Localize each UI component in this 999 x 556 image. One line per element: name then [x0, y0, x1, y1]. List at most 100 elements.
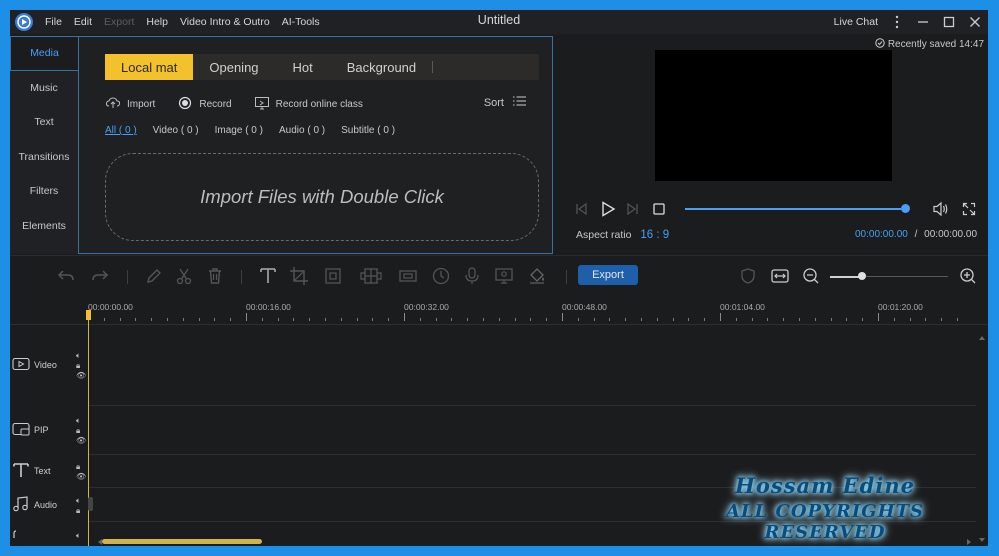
- next-frame-icon[interactable]: [626, 202, 640, 216]
- ruler-tick: [799, 318, 800, 321]
- speaker-icon[interactable]: 🔈︎: [76, 351, 86, 360]
- live-chat-link[interactable]: Live Chat: [834, 16, 878, 28]
- tab-opening[interactable]: Opening: [193, 54, 274, 80]
- close-icon[interactable]: [968, 15, 982, 29]
- eye-icon[interactable]: 👁︎: [76, 371, 86, 380]
- mosaic-icon[interactable]: [359, 266, 383, 286]
- zoom-slider-knob[interactable]: [858, 272, 866, 280]
- menu-edit[interactable]: Edit: [74, 16, 92, 28]
- resize-icon[interactable]: [323, 266, 343, 286]
- filter-all[interactable]: All ( 0 ): [105, 125, 137, 136]
- ruler-tick: [467, 318, 468, 321]
- video-track-area[interactable]: [88, 325, 976, 406]
- import-label: Import: [127, 98, 156, 110]
- ruler-label: 00:01:04.00: [720, 302, 765, 312]
- ruler-tick: [641, 318, 642, 321]
- lock-icon[interactable]: 🔒︎: [76, 426, 86, 435]
- trash-icon[interactable]: [205, 266, 225, 286]
- color-fill-icon[interactable]: [527, 266, 547, 286]
- speaker-icon[interactable]: 🔈︎: [76, 531, 81, 540]
- lock-icon[interactable]: 🔒︎: [76, 506, 81, 515]
- menu-help[interactable]: Help: [146, 16, 168, 28]
- track-name: Video: [34, 360, 57, 370]
- record-button[interactable]: Record: [177, 96, 232, 113]
- fullscreen-icon[interactable]: [962, 202, 976, 216]
- import-dropzone[interactable]: Import Files with Double Click: [105, 153, 539, 241]
- undo-icon[interactable]: [56, 266, 76, 286]
- play-icon[interactable]: [600, 201, 616, 217]
- nav-item-media[interactable]: Media: [10, 36, 78, 71]
- edit-pencil-icon[interactable]: [144, 266, 164, 286]
- text-tool-icon[interactable]: [258, 266, 278, 286]
- media-tabs: Local mat Opening Hot Background: [105, 54, 539, 80]
- audio-track-area[interactable]: [88, 488, 976, 522]
- maximize-icon[interactable]: [942, 15, 956, 29]
- microphone-icon[interactable]: [462, 266, 482, 286]
- crop-icon[interactable]: [289, 266, 309, 286]
- record-online-class-button[interactable]: Record online class: [254, 96, 363, 113]
- prev-frame-icon[interactable]: [574, 202, 588, 216]
- zoom-in-icon[interactable]: [958, 266, 978, 286]
- tab-background[interactable]: Background: [331, 54, 432, 80]
- eye-icon[interactable]: 👁︎: [76, 472, 86, 481]
- ruler-tick: [499, 318, 500, 321]
- playback-progress-bar[interactable]: [685, 208, 901, 210]
- menu-export[interactable]: Export: [104, 16, 134, 28]
- stop-icon[interactable]: [652, 202, 666, 216]
- screen-record-icon[interactable]: [494, 266, 514, 286]
- menu-video-intro-outro[interactable]: Video Intro & Outro: [180, 16, 270, 28]
- lock-icon[interactable]: 🔒︎: [76, 361, 86, 370]
- text-track-area[interactable]: [88, 455, 976, 488]
- scroll-left-arrow-icon[interactable]: [96, 538, 104, 546]
- nav-item-text[interactable]: Text: [10, 105, 78, 140]
- ruler-label: 00:00:48.00: [562, 302, 607, 312]
- shield-icon[interactable]: [738, 266, 758, 286]
- media-panel: Local mat Opening Hot Background Import …: [78, 36, 553, 254]
- pip-track-area[interactable]: [88, 406, 976, 455]
- playhead-handle[interactable]: [86, 310, 91, 320]
- toolbar-divider: [241, 270, 242, 284]
- export-button[interactable]: Export: [578, 265, 638, 285]
- playback-progress-knob[interactable]: [901, 204, 910, 213]
- track-toggles: 🔈︎ 🔒︎ 👁︎: [76, 351, 86, 380]
- track-resize-handle[interactable]: [88, 497, 93, 511]
- ruler-tick: [293, 318, 294, 321]
- scroll-right-arrow-icon[interactable]: [965, 538, 973, 546]
- nav-item-music[interactable]: Music: [10, 71, 78, 106]
- ruler-tick: [388, 318, 389, 321]
- filter-video[interactable]: Video ( 0 ): [153, 125, 199, 136]
- nav-item-transitions[interactable]: Transitions: [10, 140, 78, 175]
- speaker-icon[interactable]: 🔈︎: [76, 416, 86, 425]
- scissors-icon[interactable]: [174, 266, 194, 286]
- filter-image[interactable]: Image ( 0 ): [215, 125, 263, 136]
- duration-clock-icon[interactable]: [431, 266, 451, 286]
- redo-icon[interactable]: [90, 266, 110, 286]
- sort-button[interactable]: Sort: [484, 95, 527, 110]
- zoom-out-icon[interactable]: [801, 266, 821, 286]
- lock-icon[interactable]: 🔒︎: [76, 462, 86, 471]
- more-options-icon[interactable]: [890, 15, 904, 29]
- horizontal-scrollbar[interactable]: [102, 539, 262, 544]
- ruler-tick: [925, 318, 926, 321]
- menu-file[interactable]: File: [45, 16, 62, 28]
- menu-ai-tools[interactable]: AI-Tools: [282, 16, 320, 28]
- eye-icon[interactable]: 👁︎: [76, 436, 86, 445]
- vertical-scrollbar[interactable]: [976, 324, 988, 546]
- title-bar: File Edit Export Help Video Intro & Outr…: [10, 10, 988, 34]
- minimize-icon[interactable]: [916, 15, 930, 29]
- speaker-icon[interactable]: 🔈︎: [76, 496, 81, 505]
- fit-width-icon[interactable]: [770, 266, 790, 286]
- ruler-tick: [752, 318, 753, 321]
- frame-icon[interactable]: [398, 266, 418, 286]
- volume-icon[interactable]: [932, 201, 950, 217]
- aspect-ratio-value[interactable]: 16 : 9: [640, 229, 669, 241]
- filter-subtitle[interactable]: Subtitle ( 0 ): [341, 125, 395, 136]
- tab-local-mat[interactable]: Local mat: [105, 54, 194, 80]
- menu-bar: File Edit Export Help Video Intro & Outr…: [45, 16, 320, 28]
- nav-item-filters[interactable]: Filters: [10, 174, 78, 209]
- tab-hot[interactable]: Hot: [275, 54, 331, 80]
- timeline-ruler[interactable]: 00:00:00.00 00:00:16.00 00:00:32.00 00:0…: [88, 300, 976, 324]
- nav-item-elements[interactable]: Elements: [10, 209, 78, 244]
- import-button[interactable]: Import: [105, 96, 155, 113]
- filter-audio[interactable]: Audio ( 0 ): [279, 125, 325, 136]
